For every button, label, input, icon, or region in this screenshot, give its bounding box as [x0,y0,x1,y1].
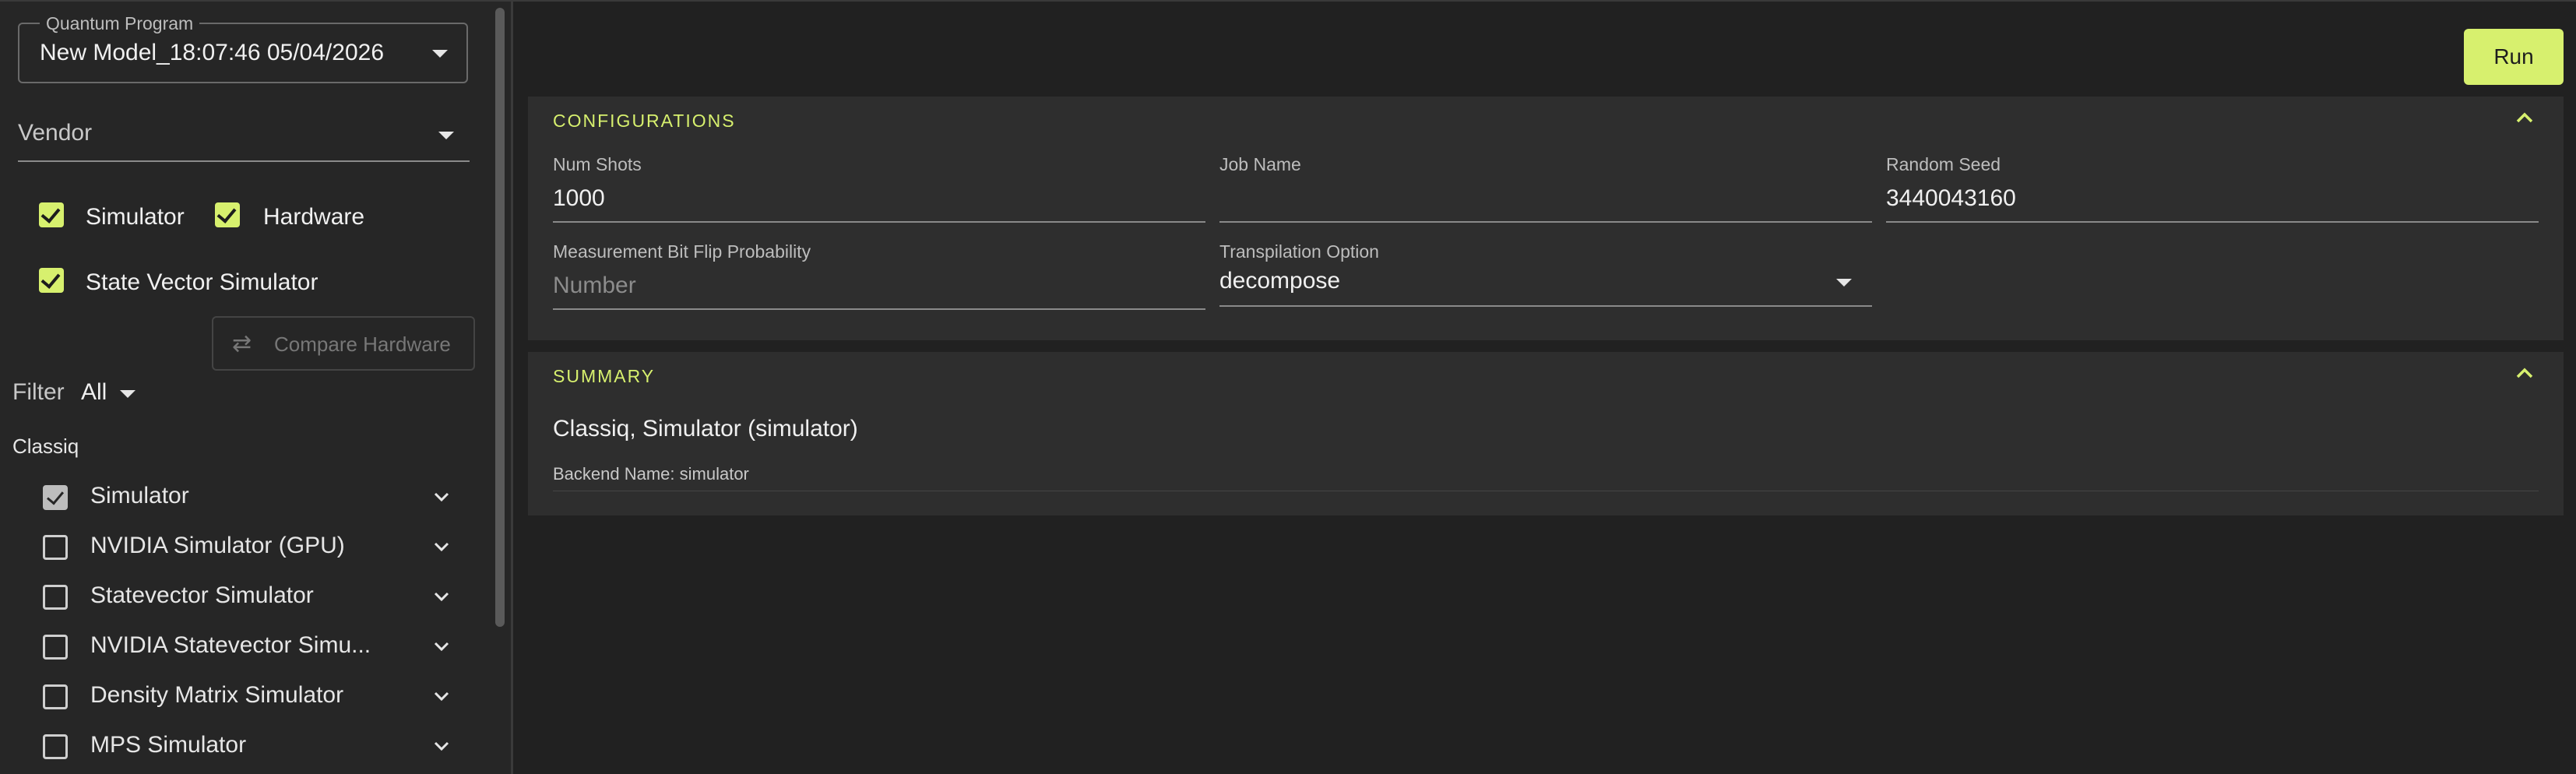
backend-item-nvidia-statevector-simulator[interactable]: NVIDIA Statevector Simu... [0,625,483,669]
backend-item-density-matrix-simulator[interactable]: Density Matrix Simulator [0,675,483,719]
simulator-type-checkbox[interactable] [39,202,64,227]
check-icon [216,203,237,223]
num-shots-value: 1000 [553,185,605,211]
hardware-type-checkbox[interactable] [215,202,240,227]
random-seed-field[interactable]: Random Seed 3440043160 [1886,154,2539,232]
job-name-label: Job Name [1219,154,1301,174]
sidebar: Quantum Program New Model_18:07:46 05/04… [0,2,511,774]
backend-label: Statevector Simulator [90,582,314,608]
summary-panel: SUMMARY Classiq, Simulator (simulator) B… [528,352,2564,515]
num-shots-label: Num Shots [553,154,642,174]
chevron-up-icon[interactable] [2515,111,2534,125]
chevron-up-icon[interactable] [2515,366,2534,380]
filter-label: Filter [12,379,65,405]
backend-item-statevector-simulator[interactable]: Statevector Simulator [0,575,483,619]
simulator-type-label: Simulator [86,204,185,230]
quantum-program-value: New Model_18:07:46 05/04/2026 [40,40,385,65]
run-button[interactable]: Run [2464,29,2564,85]
filter-caret-icon[interactable] [120,390,135,398]
job-name-field[interactable]: Job Name [1219,154,1872,232]
quantum-program-legend: Quantum Program [40,13,200,33]
backend-checkbox[interactable] [43,585,68,610]
bit-flip-probability-placeholder: Number [553,273,636,298]
backend-checkbox[interactable] [43,635,68,660]
field-underline [1219,221,1872,223]
backend-label: NVIDIA Statevector Simu... [90,632,371,658]
filter-select[interactable]: All [81,379,107,406]
backend-label: NVIDIA Simulator (GPU) [90,533,345,558]
bit-flip-probability-label: Measurement Bit Flip Probability [553,241,811,262]
backend-checkbox[interactable] [43,684,68,709]
dropdown-caret-icon [1836,279,1852,287]
check-icon [40,269,61,289]
check-icon [40,203,61,223]
compare-hardware-button[interactable]: ⇄ Compare Hardware [212,316,475,371]
configurations-panel: CONFIGURATIONS Num Shots 1000 Job Name R… [528,97,2564,340]
check-icon [46,487,65,505]
chevron-down-icon[interactable] [433,737,450,755]
sidebar-divider [511,2,513,774]
quantum-program-select[interactable]: Quantum Program New Model_18:07:46 05/04… [18,13,468,83]
hardware-type-label: Hardware [263,204,365,230]
chevron-down-icon[interactable] [433,488,450,505]
transpilation-option-select[interactable]: Transpilation Option decompose [1219,241,1872,319]
backend-checkbox[interactable] [43,485,68,510]
field-underline [1886,221,2539,223]
transpilation-option-label: Transpilation Option [1219,241,1379,262]
random-seed-value: 3440043160 [1886,185,2016,211]
backend-item-simulator[interactable]: Simulator [0,476,483,519]
field-underline [553,308,1205,310]
backend-label: Simulator [90,483,189,508]
dropdown-caret-icon [438,132,454,139]
vendor-select[interactable]: Vendor [18,117,470,162]
bit-flip-probability-field[interactable]: Measurement Bit Flip Probability Number [553,241,1205,319]
sidebar-scrollbar-thumb[interactable] [495,8,505,627]
chevron-down-icon[interactable] [433,588,450,605]
num-shots-field[interactable]: Num Shots 1000 [553,154,1205,232]
state-vector-simulator-label: State Vector Simulator [86,269,318,295]
backend-item-mps-simulator[interactable]: MPS Simulator [0,725,483,769]
configurations-title: CONFIGURATIONS [553,111,736,131]
backend-label: Density Matrix Simulator [90,682,344,708]
chevron-down-icon[interactable] [433,688,450,705]
compare-hardware-label: Compare Hardware [274,332,451,356]
provider-heading: Classiq [12,434,79,458]
summary-backend-name: Backend Name: simulator [553,464,749,484]
chevron-down-icon[interactable] [433,638,450,655]
state-vector-simulator-checkbox[interactable] [39,268,64,293]
backend-item-nvidia-simulator-gpu[interactable]: NVIDIA Simulator (GPU) [0,526,483,569]
random-seed-label: Random Seed [1886,154,2001,174]
dropdown-caret-icon [432,50,448,58]
transpilation-option-value: decompose [1219,268,1341,294]
chevron-down-icon[interactable] [433,538,450,555]
summary-selection: Classiq, Simulator (simulator) [553,416,858,442]
backend-checkbox[interactable] [43,734,68,759]
backend-checkbox[interactable] [43,535,68,560]
vendor-label: Vendor [18,120,93,146]
field-underline [1219,305,1872,307]
summary-title: SUMMARY [553,366,656,386]
compare-arrows-icon: ⇄ [232,331,252,357]
field-underline [553,221,1205,223]
sidebar-scrollbar[interactable] [489,8,509,774]
backend-label: MPS Simulator [90,732,247,758]
